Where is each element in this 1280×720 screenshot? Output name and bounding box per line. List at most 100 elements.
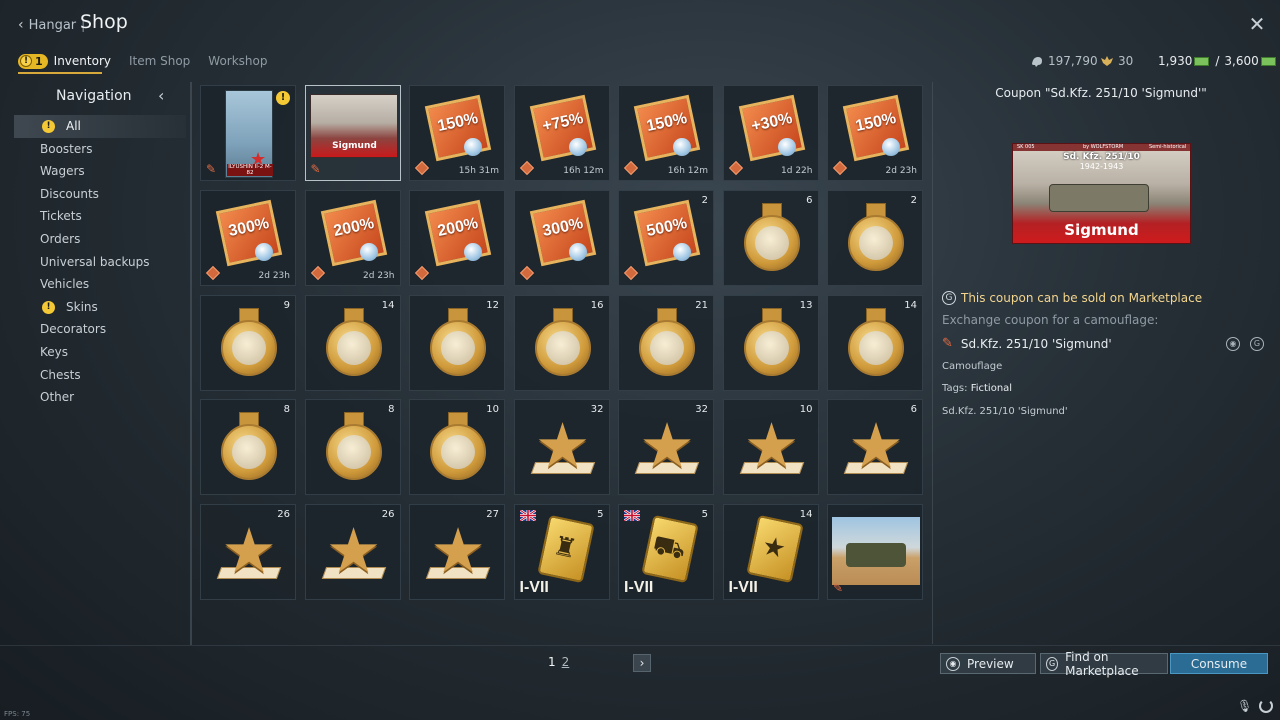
lightbulb-icon	[568, 138, 587, 156]
uk-flag-icon	[623, 509, 641, 523]
nav-item-chests[interactable]: Chests	[14, 364, 186, 387]
marketplace-icon: G	[1046, 656, 1059, 671]
consume-button[interactable]: Consume	[1170, 653, 1268, 674]
expiry-timer: 1d 22h	[781, 166, 813, 176]
star-trophy-icon: ★	[639, 409, 695, 483]
nav-item-orders[interactable]: Orders	[14, 228, 186, 251]
microphone-icon[interactable]: 🎙	[1237, 699, 1252, 713]
collapse-chevron-icon[interactable]: ‹	[158, 86, 164, 105]
handshake-emblem-icon	[232, 330, 266, 365]
loading-spinner-icon	[1259, 699, 1273, 713]
expiry-timer: 15h 31m	[458, 166, 499, 176]
inventory-item-booster[interactable]: 150% 16h 12m	[618, 85, 714, 181]
marketplace-note-text: This coupon can be sold on Marketplace	[961, 291, 1203, 305]
nav-item-boosters[interactable]: Boosters	[14, 138, 186, 161]
nav-item-keys[interactable]: Keys	[14, 341, 186, 364]
inventory-item-medal[interactable]: 14	[304, 294, 401, 391]
inventory-item-medal[interactable]: 16	[513, 294, 610, 391]
warbonds-current: 1,930	[1158, 54, 1193, 68]
page-1[interactable]: 1	[548, 655, 556, 669]
inventory-item-medal[interactable]: 12	[409, 294, 505, 391]
star-trophy-icon: ★	[848, 409, 904, 483]
tags-value: Fictional	[970, 383, 1013, 394]
panel-divider	[190, 82, 192, 645]
exchange-text: Exchange coupon for a camouflage:	[942, 313, 1159, 327]
navigation-list: ! All Boosters Wagers Discounts Tickets …	[14, 115, 186, 409]
item-count: 5	[701, 509, 708, 521]
inventory-item-tank[interactable]: ✎	[827, 504, 923, 601]
handshake-emblem-icon	[545, 330, 580, 365]
nav-item-wagers[interactable]: Wagers	[14, 160, 186, 183]
preview-button[interactable]: ◉ Preview	[940, 653, 1036, 674]
nav-item-tickets[interactable]: Tickets	[14, 205, 186, 228]
inventory-item-star[interactable]: ★ 6	[827, 399, 923, 496]
inventory-item-star[interactable]: ★ 10	[722, 399, 819, 496]
item-count: 6	[806, 194, 813, 206]
tab-workshop[interactable]: Workshop	[208, 54, 267, 68]
inventory-item-card[interactable]: ⛟ I-VII 5	[618, 504, 714, 601]
rarity-diamond-icon	[832, 160, 848, 176]
detail-divider	[932, 82, 933, 644]
nav-item-decorators[interactable]: Decorators	[14, 318, 186, 341]
tab-bar: ! 1 Inventory Item Shop Workshop	[18, 52, 286, 70]
warning-icon: !	[276, 91, 290, 105]
inventory-item-booster[interactable]: 300% 2d 23h	[200, 189, 296, 286]
inventory-item-camo[interactable]: Sigmund ✎	[304, 85, 401, 181]
rarity-diamond-icon	[519, 265, 534, 280]
tab-inventory[interactable]: Inventory	[54, 54, 111, 68]
item-count: 8	[283, 404, 290, 416]
nav-item-discounts[interactable]: Discounts	[14, 183, 186, 206]
inventory-item-medal[interactable]: 9	[200, 294, 296, 391]
item-count: 26	[381, 509, 395, 521]
lightbulb-icon	[568, 242, 587, 261]
inventory-item-medal[interactable]: 21	[618, 294, 714, 391]
nav-item-other[interactable]: Other	[14, 386, 186, 409]
inventory-item-card[interactable]: ★ I-VII 14	[722, 504, 819, 601]
nav-item-vehicles[interactable]: Vehicles	[14, 273, 186, 296]
page-2[interactable]: 2	[562, 655, 570, 669]
nav-item-skins[interactable]: ! Skins	[14, 296, 186, 319]
inventory-item-star[interactable]: ★ 26	[304, 504, 401, 601]
inventory-item-star[interactable]: ★ 27	[409, 504, 505, 601]
expiry-timer: 16h 12m	[667, 166, 708, 176]
item-count: 8	[388, 404, 395, 416]
next-page-button[interactable]: ›	[633, 654, 651, 672]
fps-counter: FPS: 75	[4, 710, 31, 718]
lightbulb-icon	[673, 138, 691, 156]
find-on-marketplace-button[interactable]: G Find on Marketplace	[1040, 650, 1168, 678]
inventory-item-star[interactable]: ★ 32	[618, 399, 714, 496]
inventory-item-medal[interactable]: 8	[200, 399, 296, 496]
inventory-item-booster[interactable]: +30% 1d 22h	[722, 85, 819, 181]
marketplace-icon: G	[942, 291, 956, 305]
inventory-item-booster[interactable]: 300%	[513, 189, 610, 286]
inventory-item-booster[interactable]: 500% 2	[618, 189, 714, 286]
inventory-item-plane[interactable]: ★ ILYUSHIN Il-2 M-82! ✎	[200, 85, 296, 181]
inventory-item-star[interactable]: ★ 32	[513, 399, 610, 496]
inventory-item-medal[interactable]: 13	[722, 294, 819, 391]
inventory-item-medal[interactable]: 14	[827, 294, 923, 391]
inventory-item-booster[interactable]: 200%	[409, 189, 505, 286]
inventory-item-star[interactable]: ★ 26	[200, 504, 296, 601]
tier-label: I-VII	[728, 579, 758, 597]
inventory-item-medal[interactable]: 2	[827, 189, 923, 286]
inventory-item-booster[interactable]: +75% 16h 12m	[513, 85, 610, 181]
inventory-item-medal[interactable]: 6	[722, 189, 819, 286]
item-count: 2	[701, 194, 708, 206]
expiry-timer: 2d 23h	[363, 270, 395, 281]
item-count: 26	[277, 509, 290, 521]
inventory-item-medal[interactable]: 10	[409, 399, 505, 496]
nav-item-all[interactable]: ! All	[14, 115, 186, 138]
inventory-item-card[interactable]: ♜ I-VII 5	[513, 504, 610, 601]
inventory-item-booster[interactable]: 150% 2d 23h	[827, 85, 923, 181]
inventory-item-booster[interactable]: 150% 15h 31m	[409, 85, 505, 181]
item-count: 2	[910, 194, 917, 206]
marketplace-icon[interactable]: G	[1250, 337, 1264, 351]
nav-item-universal-backups[interactable]: Universal backups	[14, 251, 186, 274]
close-icon[interactable]: ✕	[1247, 14, 1267, 34]
inventory-item-booster[interactable]: 200% 2d 23h	[304, 189, 401, 286]
preview-eye-icon[interactable]: ◉	[1226, 337, 1240, 351]
expiry-timer: 16h 12m	[563, 166, 604, 176]
tab-item-shop[interactable]: Item Shop	[129, 54, 190, 68]
reward-type: Camouflage	[942, 361, 1003, 372]
inventory-item-medal[interactable]: 8	[304, 399, 401, 496]
